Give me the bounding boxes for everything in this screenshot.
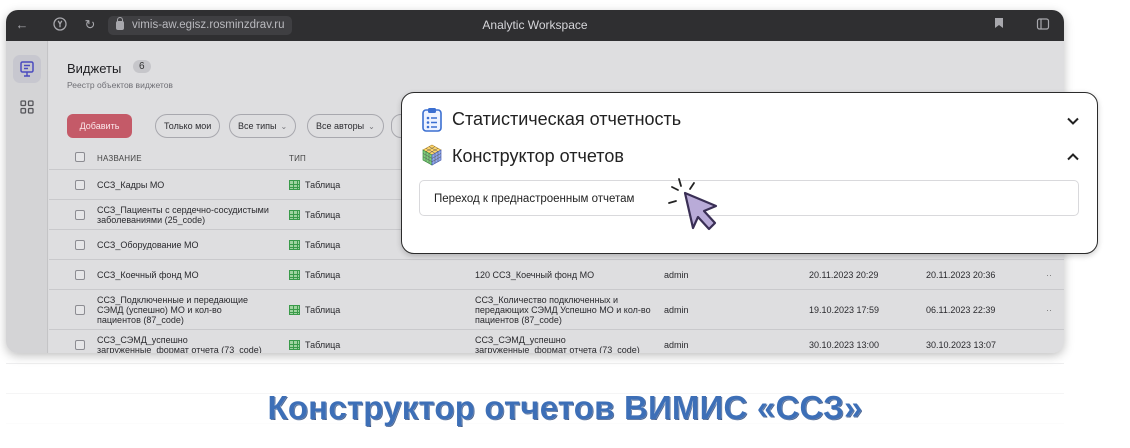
row-created: 20.11.2023 20:29 xyxy=(809,270,879,280)
browser-titlebar: ← ↻ vimis-aw.egisz.rosminzdrav.ru Analyt… xyxy=(6,10,1064,41)
row-menu-button[interactable]: ·· xyxy=(1046,305,1052,315)
filter-all-types[interactable]: Все типы ⌄ xyxy=(229,114,297,138)
row-menu-button[interactable]: ·· xyxy=(1046,270,1052,280)
row-author: admin xyxy=(664,270,689,280)
presentation-nav-button[interactable] xyxy=(13,55,41,83)
row-type: Таблица xyxy=(289,210,340,220)
table-icon xyxy=(289,210,300,220)
table-icon xyxy=(289,180,300,190)
row-name: ССЗ_Пациенты с сердечно-сосудистыми забо… xyxy=(97,205,269,225)
row-type: Таблица xyxy=(289,340,340,350)
add-button[interactable]: Добавить xyxy=(67,114,132,138)
table-icon xyxy=(289,240,300,250)
row-created: 30.10.2023 13:00 xyxy=(809,340,880,350)
side-rail xyxy=(6,41,48,353)
section-report-builder[interactable]: Конструктор отчетов xyxy=(452,146,624,167)
row-checkbox[interactable] xyxy=(75,270,85,280)
row-type: Таблица xyxy=(289,270,340,280)
row-type-label: Таблица xyxy=(305,180,341,190)
chevron-down-icon[interactable] xyxy=(1067,112,1079,125)
select-all-checkbox[interactable] xyxy=(75,152,85,162)
row-type-label: Таблица xyxy=(305,240,341,250)
table-row[interactable]: ССЗ_СЭМД_успешно загруженные_формат отче… xyxy=(49,330,1064,353)
filter-label: Все авторы xyxy=(316,121,365,131)
row-type: Таблица xyxy=(289,305,340,315)
row-checkbox[interactable] xyxy=(75,305,85,315)
row-checkbox[interactable] xyxy=(75,180,85,190)
row-updated: 30.10.2023 13:07 xyxy=(926,340,997,350)
row-name: ССЗ_Подключенные и передающие СЭМД (успе… xyxy=(97,295,248,325)
bookmark-icon[interactable] xyxy=(991,17,1007,33)
row-author: admin xyxy=(664,305,689,315)
row-type-label: Таблица xyxy=(305,340,341,350)
clipboard-icon xyxy=(421,107,443,138)
row-updated: 20.11.2023 20:36 xyxy=(926,270,996,280)
row-updated: 06.11.2023 22:39 xyxy=(926,305,996,315)
grid-icon xyxy=(20,100,34,114)
presentation-icon xyxy=(20,61,34,77)
table-row[interactable]: ССЗ_Коечный фонд МО Таблица 120 ССЗ_Коеч… xyxy=(49,260,1064,290)
table-icon xyxy=(289,270,300,280)
cursor-pointer-icon xyxy=(664,177,724,240)
count-badge: 6 xyxy=(133,60,151,73)
row-type-label: Таблица xyxy=(305,210,341,220)
chevron-down-icon: ⌄ xyxy=(280,122,288,131)
chevron-up-icon[interactable] xyxy=(1067,148,1079,161)
row-name: ССЗ_Коечный фонд МО xyxy=(97,270,199,280)
column-header-type: ТИП xyxy=(289,154,306,163)
row-type-label: Таблица xyxy=(305,270,341,280)
reports-panel: Статистическая отчетность Конструктор от… xyxy=(401,92,1098,254)
chevron-down-icon: ⌄ xyxy=(368,122,375,131)
apps-nav-button[interactable] xyxy=(13,93,41,121)
row-description: ССЗ_СЭМД_успешно загруженные_формат отче… xyxy=(475,335,640,353)
rubik-cube-icon xyxy=(420,143,444,172)
table-row[interactable]: ССЗ_Подключенные и передающие СЭМД (успе… xyxy=(49,290,1064,330)
row-description: 120 ССЗ_Коечный фонд МО xyxy=(475,270,595,280)
window-title: Analytic Workspace xyxy=(482,18,588,32)
filter-all-authors[interactable]: Все авторы ⌄ xyxy=(307,114,384,138)
table-icon xyxy=(289,305,300,315)
row-checkbox[interactable] xyxy=(75,340,85,350)
column-header-name: НАЗВАНИЕ xyxy=(97,154,142,163)
filter-only-mine[interactable]: Только мои xyxy=(155,114,221,138)
section-statistical-reporting[interactable]: Статистическая отчетность xyxy=(452,109,681,130)
row-created: 19.10.2023 17:59 xyxy=(809,305,880,315)
filter-label: Только мои xyxy=(164,121,212,131)
extensions-icon[interactable] xyxy=(1035,17,1051,33)
row-description: ССЗ_Количество подключенных и передающих… xyxy=(475,295,651,325)
row-name: ССЗ_Оборудование МО xyxy=(97,240,199,250)
row-author: admin xyxy=(664,340,689,350)
row-name: ССЗ_СЭМД_успешно загруженные_формат отче… xyxy=(97,335,262,353)
page-title: Виджеты xyxy=(67,61,122,76)
page-subtitle: Реестр объектов виджетов xyxy=(67,80,173,90)
prebuilt-reports-label: Переход к преднастроенным отчетам xyxy=(434,193,635,205)
row-type-label: Таблица xyxy=(305,305,341,315)
stage: ← ↻ vimis-aw.egisz.rosminzdrav.ru Analyt… xyxy=(0,0,1130,448)
row-checkbox[interactable] xyxy=(75,210,85,220)
prebuilt-reports-link[interactable]: Переход к преднастроенным отчетам xyxy=(419,180,1079,216)
row-type: Таблица xyxy=(289,180,340,190)
filter-label: Все типы xyxy=(238,121,277,131)
table-icon xyxy=(289,340,300,350)
row-checkbox[interactable] xyxy=(75,240,85,250)
row-type: Таблица xyxy=(289,240,340,250)
caption-title: Конструктор отчетов ВИМИС «ССЗ» xyxy=(267,389,863,426)
row-name: ССЗ_Кадры МО xyxy=(97,180,165,190)
